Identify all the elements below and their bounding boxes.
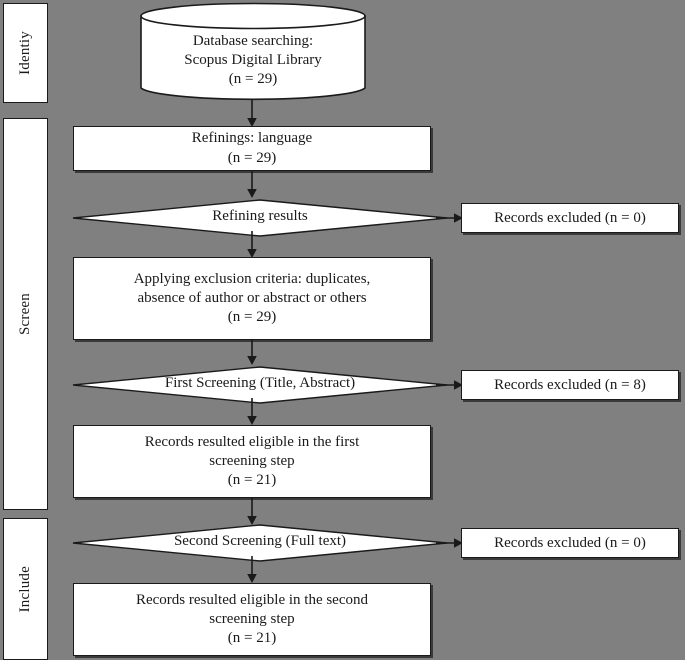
node-eligible-first-screening: Records resulted eligible in the first s… <box>73 425 431 498</box>
records-excluded-2-label: Records excluded (n = 8) <box>494 376 646 393</box>
node-second-screening: Second Screening (Full text) <box>65 523 455 563</box>
applying-exclusion-criteria-line-3: (n = 29) <box>227 309 277 326</box>
node-refinings-language: Refinings: language (n = 29) <box>73 126 431 171</box>
connector-refining-results-to-excluded-1 <box>436 211 464 225</box>
records-excluded-3-label: Records excluded (n = 0) <box>494 534 646 551</box>
eligible-first-screening-line-2: screening step <box>209 452 295 469</box>
eligible-first-screening-line-1: Records resulted eligible in the first <box>144 433 360 450</box>
phase-box-identification: Identiy <box>3 3 48 103</box>
connector-second-screening-to-eligible-second <box>245 556 259 584</box>
node-records-excluded-1: Records excluded (n = 0) <box>461 203 679 233</box>
connector-exclusion-criteria-to-first-screening <box>245 340 259 366</box>
eligible-second-screening-line-3: (n = 21) <box>227 630 277 647</box>
node-records-excluded-2: Records excluded (n = 8) <box>461 370 679 400</box>
eligible-second-screening-line-2: screening step <box>209 610 295 627</box>
node-first-screening: First Screening (Title, Abstract) <box>65 365 455 405</box>
eligible-first-screening-line-3: (n = 21) <box>227 472 277 489</box>
node-database-searching: Database searching: Scopus Digital Libra… <box>139 2 367 102</box>
phase-box-screening: Screen <box>3 118 48 510</box>
first-screening-label: First Screening (Title, Abstract) <box>164 375 356 391</box>
database-searching-line-3: (n = 29) <box>228 71 278 88</box>
connector-database-to-refinings <box>245 100 259 128</box>
node-refining-results: Refining results <box>65 198 455 238</box>
refining-results-label: Refining results <box>212 208 308 224</box>
connector-refinings-to-refining-results <box>245 171 259 199</box>
phase-label-included: Include <box>17 565 33 613</box>
second-screening-label: Second Screening (Full text) <box>173 533 347 549</box>
node-eligible-second-screening: Records resulted eligible in the second … <box>73 583 431 656</box>
prisma-flow-diagram: Identiy Screen Include Database searchin… <box>0 0 685 660</box>
phase-label-screening: Screen <box>17 292 33 335</box>
refinings-language-line-2: (n = 29) <box>227 149 277 166</box>
connector-refining-results-to-exclusion-criteria <box>245 231 259 259</box>
eligible-second-screening-line-1: Records resulted eligible in the second <box>135 591 369 608</box>
database-searching-line-1: Database searching: <box>192 33 314 49</box>
phase-label-identification: Identiy <box>17 31 33 75</box>
connector-first-screening-to-excluded-2 <box>436 378 464 392</box>
connector-eligible-first-to-second-screening <box>245 498 259 526</box>
connector-first-screening-to-eligible-first <box>245 398 259 426</box>
database-searching-line-2: Scopus Digital Library <box>184 52 322 69</box>
refinings-language-line-1: Refinings: language <box>191 130 313 147</box>
applying-exclusion-criteria-line-1: Applying exclusion criteria: duplicates, <box>133 270 371 287</box>
records-excluded-1-label: Records excluded (n = 0) <box>494 209 646 226</box>
applying-exclusion-criteria-line-2: absence of author or abstract or others <box>137 289 367 306</box>
connector-second-screening-to-excluded-3 <box>436 536 464 550</box>
phase-box-included: Include <box>3 518 48 660</box>
node-records-excluded-3: Records excluded (n = 0) <box>461 528 679 558</box>
node-applying-exclusion-criteria: Applying exclusion criteria: duplicates,… <box>73 257 431 340</box>
